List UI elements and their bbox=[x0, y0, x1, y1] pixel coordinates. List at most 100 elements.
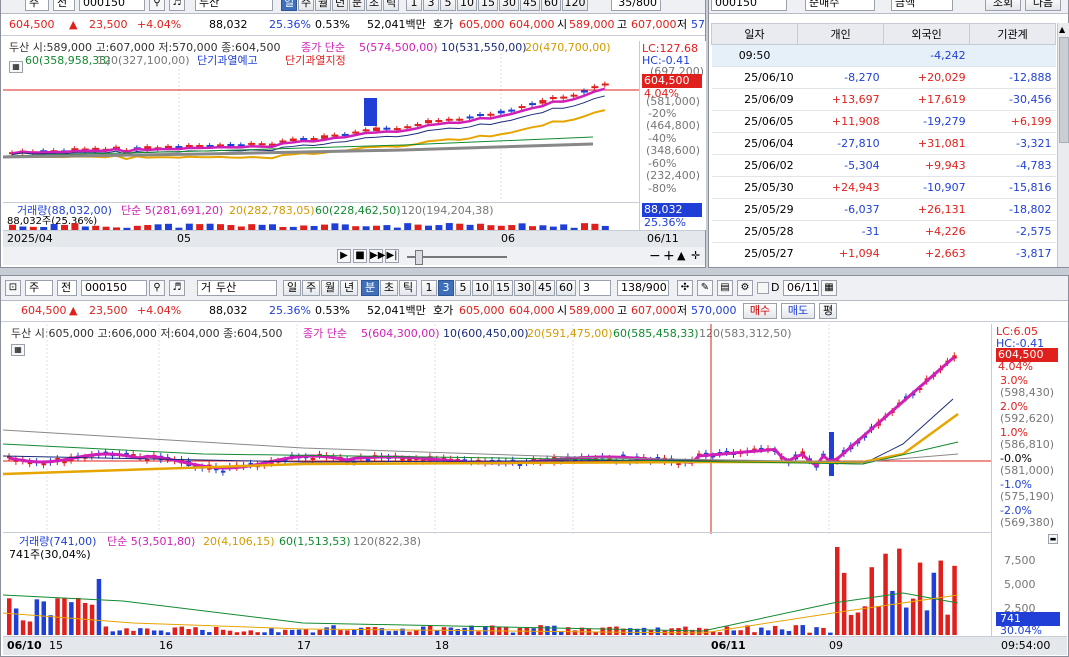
checkbox-icon[interactable] bbox=[757, 282, 769, 294]
period-second-button[interactable]: 초 bbox=[366, 0, 382, 11]
period-minute-button[interactable]: 분 bbox=[349, 0, 365, 11]
gear-icon[interactable]: ⚙ bbox=[737, 280, 753, 296]
zoom-in-icon[interactable]: + bbox=[663, 249, 675, 263]
minute-5-button[interactable]: 5 bbox=[440, 0, 456, 11]
speaker-icon[interactable]: ♬ bbox=[169, 0, 185, 11]
mode-select[interactable]: 주 bbox=[25, 0, 49, 11]
investor-row[interactable]: 25/06/02 -5,304 +9,943 -4,783 bbox=[711, 154, 1056, 177]
period-month-button[interactable]: 월 bbox=[321, 280, 339, 296]
prefix-select[interactable]: 전 bbox=[53, 0, 75, 11]
institution-cell: -30,456 bbox=[969, 88, 1056, 111]
period-week-button[interactable]: 주 bbox=[302, 280, 320, 296]
investor-code-input[interactable]: 000150 bbox=[711, 0, 787, 11]
search-icon[interactable]: ⚲ bbox=[149, 0, 165, 11]
investor-row[interactable]: 25/06/04 -27,810 +31,081 -3,321 bbox=[711, 132, 1056, 155]
fast-forward-icon[interactable]: ▶▶ bbox=[369, 249, 385, 263]
amount-select[interactable]: 금액 bbox=[891, 0, 953, 11]
col-institution-header[interactable]: 기관계 bbox=[969, 23, 1056, 45]
investor-row[interactable]: 25/05/30 +24,943 -10,907 -15,816 bbox=[711, 176, 1056, 199]
institution-cell: -12,888 bbox=[969, 66, 1056, 89]
period-week-button[interactable]: 주 bbox=[298, 0, 314, 11]
zoom-out-icon[interactable]: − bbox=[649, 249, 661, 263]
stop-icon[interactable]: ■ bbox=[353, 249, 367, 263]
col-date-header[interactable]: 일자 bbox=[711, 23, 799, 45]
scroll-right-icon[interactable]: ▶ bbox=[337, 249, 351, 263]
col-individual-header[interactable]: 개인 bbox=[797, 23, 885, 45]
search-icon[interactable]: ⚲ bbox=[149, 280, 165, 296]
date-input[interactable]: 06/11 bbox=[783, 280, 819, 296]
daily-scrollbar[interactable]: ▶ ■ ▶▶ ▶| − + ▲ ✛ bbox=[3, 247, 705, 265]
prefix-select[interactable]: 전 bbox=[57, 280, 77, 296]
minute-15-button[interactable]: 15 bbox=[478, 0, 498, 11]
minute-10-button[interactable]: 10 bbox=[472, 280, 492, 296]
ma5-line bbox=[11, 87, 606, 155]
period-year-button[interactable]: 년 bbox=[340, 280, 358, 296]
collapse-pane-icon[interactable]: ▬ bbox=[1048, 534, 1058, 544]
speaker-icon[interactable]: ♬ bbox=[169, 280, 185, 296]
stock-name-field[interactable]: 두산 bbox=[195, 0, 273, 11]
scroll-up-icon[interactable]: ▲ bbox=[1059, 25, 1065, 34]
candle bbox=[456, 118, 464, 121]
period-month-button[interactable]: 월 bbox=[315, 0, 331, 11]
investor-row[interactable]: 25/06/05 +11,908 -19,279 +6,199 bbox=[711, 110, 1056, 133]
end-icon[interactable]: ▶| bbox=[385, 249, 399, 263]
minute-15-button[interactable]: 15 bbox=[493, 280, 513, 296]
minute-30-button[interactable]: 30 bbox=[499, 0, 519, 11]
scroll-thumb[interactable] bbox=[1059, 37, 1069, 143]
mode-select[interactable]: 주 bbox=[25, 280, 53, 296]
volume-bar bbox=[890, 590, 895, 635]
period-year-button[interactable]: 년 bbox=[332, 0, 348, 11]
minute-1-button[interactable]: 1 bbox=[421, 280, 437, 296]
minute-1-button[interactable]: 1 bbox=[406, 0, 422, 11]
minute-3-button[interactable]: 3 bbox=[438, 280, 454, 296]
col-foreign-header[interactable]: 외국인 bbox=[883, 23, 971, 45]
minute-120-button[interactable]: 120 bbox=[562, 0, 588, 11]
period-second-button[interactable]: 초 bbox=[380, 280, 398, 296]
daily-volume-bars bbox=[9, 223, 609, 231]
period-tick-button[interactable]: 틱 bbox=[399, 280, 417, 296]
investor-row[interactable]: 25/06/09 +13,697 +17,619 -30,456 bbox=[711, 88, 1056, 111]
next-button[interactable]: 다음 bbox=[1025, 0, 1061, 11]
stock-code-input[interactable]: 000150 bbox=[79, 0, 145, 11]
investor-row[interactable]: 25/05/29 -6,037 +26,131 -18,802 bbox=[711, 198, 1056, 221]
interval-select[interactable]: 3 bbox=[579, 280, 611, 296]
minute-60-button[interactable]: 60 bbox=[556, 280, 576, 296]
count-input[interactable]: 138/900 bbox=[617, 280, 669, 296]
calendar-icon[interactable]: ▦ bbox=[821, 280, 837, 296]
stock-name-field[interactable]: 두산 bbox=[213, 280, 277, 296]
investor-row[interactable]: 09:50 -4,242 bbox=[711, 44, 1056, 67]
period-tick-button[interactable]: 틱 bbox=[383, 0, 399, 11]
period-day-button[interactable]: 일 bbox=[281, 0, 297, 11]
investor-row[interactable]: 25/05/28 -31 +4,226 -2,575 bbox=[711, 220, 1056, 243]
move-icon[interactable]: ✛ bbox=[691, 249, 700, 263]
investor-row[interactable]: 25/05/27 +1,094 +2,663 -3,817 bbox=[711, 242, 1056, 263]
sell-button[interactable]: 매도 bbox=[781, 303, 815, 319]
buy-button[interactable]: 매수 bbox=[743, 303, 777, 319]
period-day-button[interactable]: 일 bbox=[283, 280, 301, 296]
minute-5-button[interactable]: 5 bbox=[455, 280, 471, 296]
candle bbox=[227, 143, 235, 147]
minute-45-button[interactable]: 45 bbox=[520, 0, 540, 11]
search-button[interactable]: 조회 bbox=[985, 0, 1021, 11]
minute-45-button[interactable]: 45 bbox=[535, 280, 555, 296]
volume-bar bbox=[876, 606, 881, 635]
investor-row[interactable]: 25/06/10 -8,270 +20,029 -12,888 bbox=[711, 66, 1056, 89]
zoom-slider-thumb[interactable] bbox=[415, 250, 423, 265]
chart-window-icon[interactable]: ⊡ bbox=[5, 280, 21, 296]
tools-icon[interactable]: ✎ bbox=[697, 280, 713, 296]
period-minute-button[interactable]: 분 bbox=[361, 280, 379, 296]
minute-10-button[interactable]: 10 bbox=[457, 0, 477, 11]
stock-code-input[interactable]: 000150 bbox=[81, 280, 147, 296]
volume-bar bbox=[165, 632, 171, 635]
up-triangle-icon[interactable]: ▲ bbox=[677, 249, 685, 263]
candle bbox=[518, 106, 526, 109]
crosshair-icon[interactable]: ✣ bbox=[677, 280, 693, 296]
minute-3-button[interactable]: 3 bbox=[423, 0, 439, 11]
indicator-icon[interactable]: ▤ bbox=[717, 280, 733, 296]
count-input[interactable]: 35/800 bbox=[611, 0, 661, 11]
average-button[interactable]: 평 bbox=[819, 303, 837, 319]
net-buy-select[interactable]: 순매수 bbox=[805, 0, 875, 11]
investor-scrollbar[interactable]: ▲ bbox=[1057, 23, 1069, 267]
minute-30-button[interactable]: 30 bbox=[514, 280, 534, 296]
minute-60-button[interactable]: 60 bbox=[541, 0, 561, 11]
